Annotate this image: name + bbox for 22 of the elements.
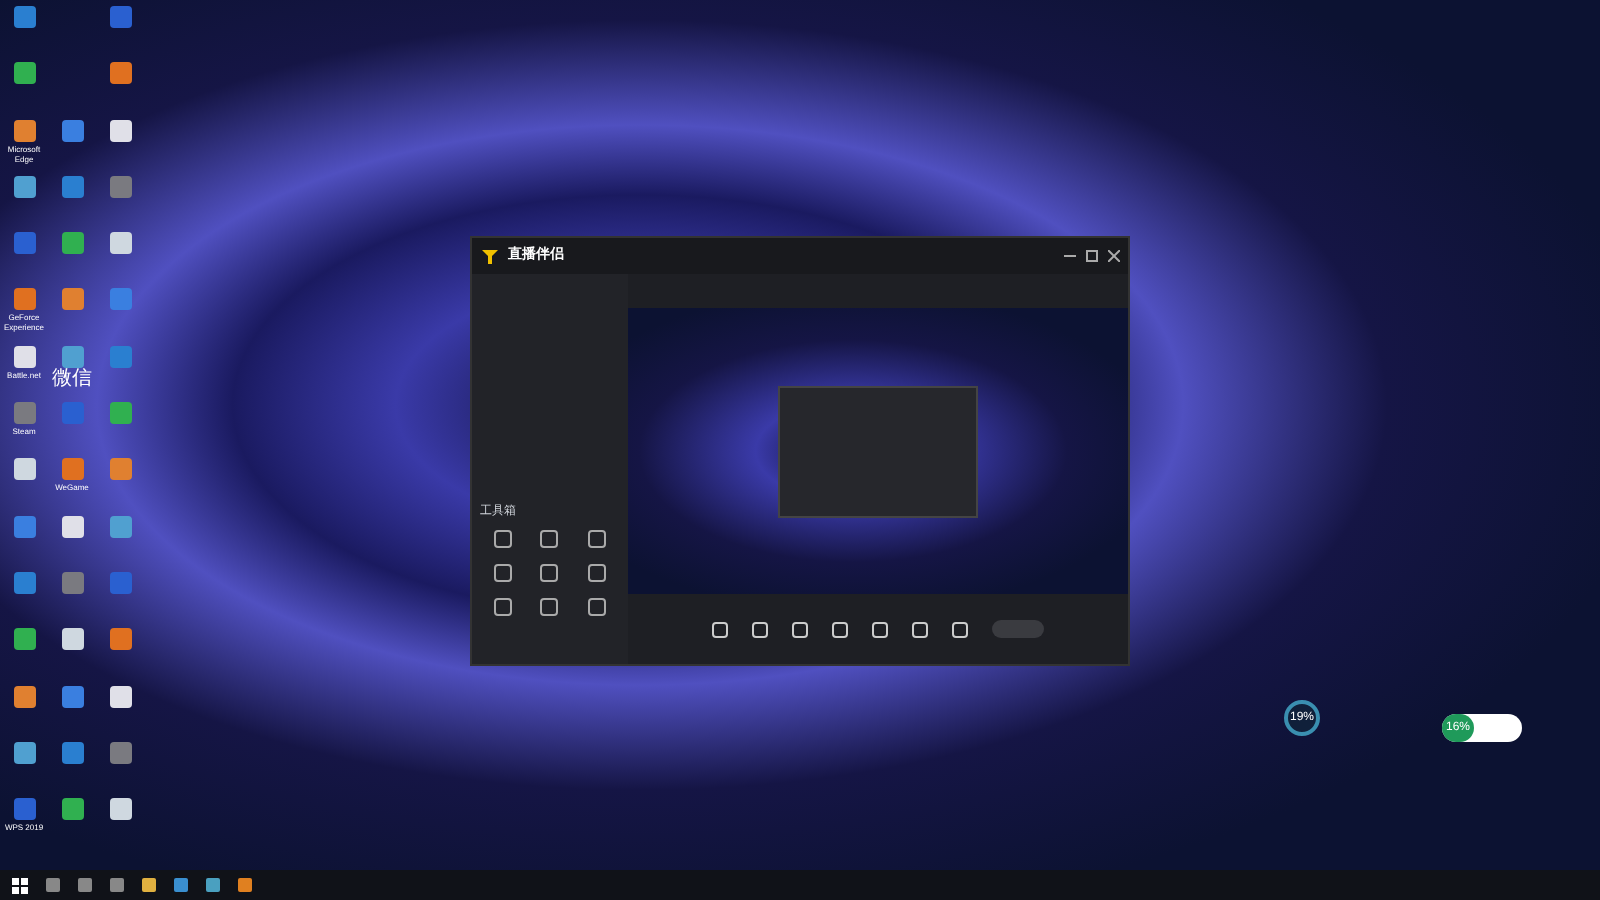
windows-logo-icon[interactable]: [12, 877, 28, 893]
app-icon[interactable]: [13, 628, 35, 651]
icon-label[interactable]: 微信: [48, 369, 96, 390]
toolbar-icon[interactable]: [792, 621, 808, 637]
app-icon[interactable]: [61, 628, 83, 651]
start-button[interactable]: [992, 620, 1044, 638]
app-icon[interactable]: [13, 458, 35, 481]
toolbar-icon[interactable]: [712, 621, 728, 637]
maximize-icon[interactable]: [1086, 250, 1098, 262]
toolbar-icon[interactable]: [752, 621, 768, 637]
app-icon[interactable]: [13, 62, 35, 85]
toolbar-icon[interactable]: [952, 621, 968, 637]
toolbar-icon[interactable]: [832, 621, 848, 637]
toolbar-icon[interactable]: [912, 621, 928, 637]
app-icon[interactable]: [109, 232, 131, 255]
app-icon[interactable]: [61, 798, 83, 821]
app-icon[interactable]: [109, 798, 131, 821]
app-logo-icon: [480, 246, 500, 266]
toolbar-icon[interactable]: [872, 621, 888, 637]
minimize-icon[interactable]: [1064, 250, 1076, 262]
app-icon[interactable]: [109, 62, 131, 85]
close-icon[interactable]: [1108, 250, 1120, 262]
